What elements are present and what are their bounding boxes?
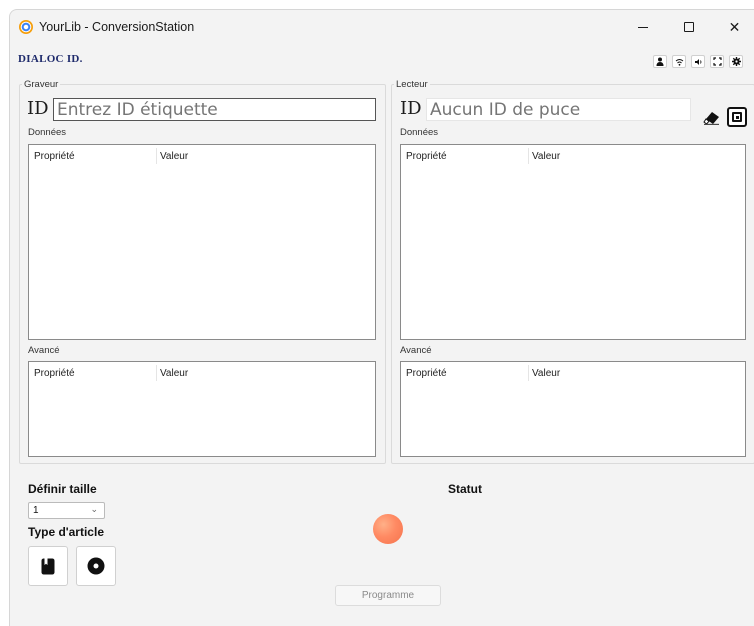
writer-id-label: ID [27, 98, 49, 119]
program-button[interactable]: Programme [335, 585, 441, 606]
writer-advanced-label: Avancé [28, 345, 60, 356]
eraser-icon [703, 112, 719, 125]
minimize-icon [637, 26, 648, 28]
writer-data-label: Données [28, 127, 67, 138]
type-disc-button[interactable] [76, 546, 116, 586]
close-button[interactable]: ✕ [712, 10, 754, 44]
size-value: 1 [33, 505, 39, 516]
column-header-value[interactable]: Valeur [160, 368, 188, 379]
reader-data-table[interactable]: Propriété Valeur [400, 144, 746, 340]
user-icon [656, 57, 664, 66]
writer-data-table[interactable]: Propriété Valeur [28, 144, 376, 340]
writer-advanced-table[interactable]: Propriété Valeur [28, 361, 376, 457]
book-icon [41, 558, 55, 574]
rfid-waves-icon [675, 58, 683, 66]
clear-reader-button[interactable] [702, 108, 722, 128]
title-bar: YourLib - ConversionStation ✕ [10, 10, 754, 44]
reader-advanced-table[interactable]: Propriété Valeur [400, 361, 746, 457]
type-book-button[interactable] [28, 546, 68, 586]
size-label: Définir taille [28, 482, 97, 496]
gear-icon [731, 57, 741, 66]
status-label: Statut [448, 482, 482, 496]
reader-advanced-label: Avancé [400, 345, 432, 356]
maximize-button[interactable] [666, 10, 711, 44]
read-tag-button[interactable] [727, 107, 747, 127]
column-divider [528, 365, 529, 381]
column-header-property[interactable]: Propriété [34, 151, 75, 162]
column-header-value[interactable]: Valeur [532, 368, 560, 379]
rfid-tag-icon [732, 112, 742, 122]
size-select[interactable]: 1 ⌄ [28, 502, 105, 519]
app-window: YourLib - ConversionStation ✕ DIALOC ID.… [9, 9, 754, 626]
chevron-down-icon: ⌄ [90, 504, 98, 514]
column-header-property[interactable]: Propriété [34, 368, 75, 379]
rfid-scan-button[interactable] [672, 55, 686, 68]
reader-data-label: Données [400, 127, 439, 138]
reader-id-field [426, 98, 691, 121]
settings-button[interactable] [729, 55, 743, 68]
disc-icon [87, 557, 105, 575]
reader-id-label: ID [400, 98, 422, 119]
column-header-property[interactable]: Propriété [406, 151, 447, 162]
column-header-value[interactable]: Valeur [532, 151, 560, 162]
window-title: YourLib - ConversionStation [39, 20, 195, 34]
sound-button[interactable] [691, 55, 705, 68]
writer-id-input[interactable] [53, 98, 376, 121]
user-button[interactable] [653, 55, 667, 68]
maximize-icon [683, 22, 694, 32]
reader-legend: Lecteur [396, 79, 428, 90]
column-divider [156, 365, 157, 381]
column-divider [528, 148, 529, 164]
column-header-value[interactable]: Valeur [160, 151, 188, 162]
writer-legend: Graveur [24, 79, 59, 90]
brand-logo: DIALOC ID. [18, 53, 83, 65]
column-header-property[interactable]: Propriété [406, 368, 447, 379]
fullscreen-button[interactable] [710, 55, 724, 68]
type-label: Type d'article [28, 525, 104, 539]
toolbar [653, 55, 743, 68]
column-divider [156, 148, 157, 164]
app-icon [19, 20, 33, 34]
close-icon: ✕ [728, 18, 741, 35]
speaker-icon [694, 58, 701, 65]
status-indicator [373, 514, 403, 544]
minimize-button[interactable] [620, 10, 665, 44]
expand-icon [712, 57, 722, 66]
